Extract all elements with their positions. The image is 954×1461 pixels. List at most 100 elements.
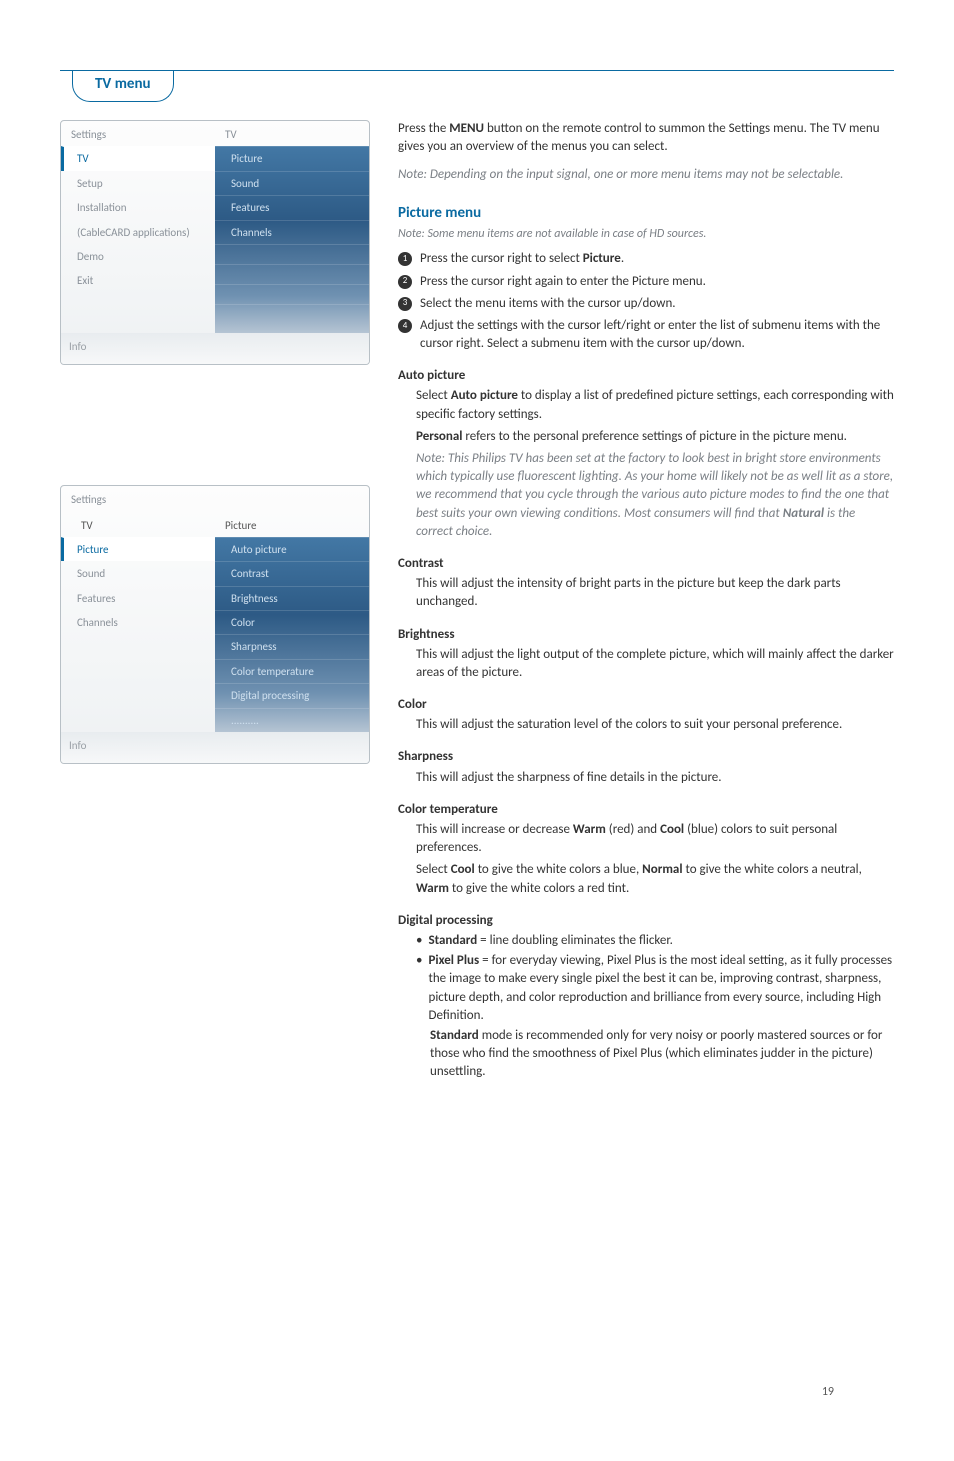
list-item	[215, 264, 369, 284]
panel2-left-list: Picture Sound Features Channels	[61, 537, 215, 732]
text-bold: Cool	[451, 862, 475, 877]
text-part: to give the white colors a neutral,	[683, 862, 862, 877]
panel-header-right	[215, 486, 369, 511]
text-part: to give the white colors a blue,	[475, 862, 642, 877]
list-item	[215, 304, 369, 324]
text-part: Select	[416, 388, 451, 403]
color-title: Color	[398, 696, 894, 714]
list-item[interactable]: TV	[61, 146, 215, 170]
list-item[interactable]: ..........	[215, 708, 369, 732]
bullet-item: • Standard = line doubling eliminates the…	[416, 932, 894, 950]
list-item[interactable]: Features	[61, 586, 215, 610]
bullet-dot-icon: •	[416, 952, 422, 970]
list-item	[61, 293, 215, 313]
intro-note: Note: Depending on the input signal, one…	[398, 166, 894, 184]
list-item[interactable]: Demo	[61, 244, 215, 268]
list-item	[61, 313, 215, 333]
panel-header: Settings	[61, 486, 369, 511]
intro-bold: MENU	[449, 121, 484, 136]
list-item[interactable]: Installation	[61, 195, 215, 219]
bullet-dot-icon: •	[416, 932, 422, 950]
step-item: 2 Press the cursor right again to enter t…	[398, 273, 894, 291]
list-item[interactable]: Picture	[61, 537, 215, 561]
panel1-left-list: TV Setup Installation (CableCARD applica…	[61, 146, 215, 332]
step-text: Press the cursor right again to enter th…	[420, 273, 706, 291]
left-column: Settings TV TV Setup Installation (Cable…	[60, 120, 370, 1083]
step-text: Adjust the settings with the cursor left…	[420, 317, 894, 353]
step-number-icon: 3	[398, 297, 412, 311]
panel-footer: Info	[61, 333, 369, 364]
color-temp-desc1: This will increase or decrease Warm (red…	[416, 821, 894, 857]
step-number-icon: 1	[398, 252, 412, 266]
step-bold: Picture	[583, 251, 621, 266]
text-bold: Pixel Plus	[428, 953, 479, 968]
list-item[interactable]: Exit	[61, 268, 215, 292]
color-temp-desc2: Select Cool to give the white colors a b…	[416, 861, 894, 897]
list-item	[215, 244, 369, 264]
panel-header-left: Settings	[61, 121, 215, 146]
settings-panel-tv: Settings TV TV Setup Installation (Cable…	[60, 120, 370, 365]
panel-header-right: TV	[215, 121, 369, 146]
sharpness-desc: This will adjust the sharpness of fine d…	[416, 769, 894, 787]
panel-sub-right: Picture	[215, 512, 369, 537]
list-item[interactable]: Color	[215, 610, 369, 634]
step-text: .	[621, 251, 624, 266]
color-desc: This will adjust the saturation level of…	[416, 716, 894, 734]
step-item: 1Press the cursor right to select Pictur…	[398, 250, 894, 268]
list-item[interactable]: Brightness	[215, 586, 369, 610]
list-item[interactable]: Channels	[215, 220, 369, 244]
digital-bullets: • Standard = line doubling eliminates the…	[416, 932, 894, 1082]
list-item	[215, 284, 369, 304]
page-tab-title: TV menu	[72, 70, 174, 102]
list-item	[61, 694, 215, 714]
brightness-desc: This will adjust the light output of the…	[416, 646, 894, 682]
color-temp-title: Color temperature	[398, 801, 894, 819]
text-part: (red) and	[606, 822, 660, 837]
steps-list: 1Press the cursor right to select Pictur…	[398, 250, 894, 353]
intro-text: Press the MENU button on the remote cont…	[398, 120, 894, 156]
text-part: to give the white colors a red tint.	[449, 881, 629, 896]
text-part: This will increase or decrease	[416, 822, 573, 837]
step-item: 3 Select the menu items with the cursor u…	[398, 295, 894, 313]
text-bold-italic: Natural	[783, 506, 824, 521]
list-item[interactable]: Auto picture	[215, 537, 369, 561]
panel-header: Settings TV	[61, 121, 369, 146]
list-item[interactable]: Sound	[215, 171, 369, 195]
content-column: Press the MENU button on the remote cont…	[398, 120, 894, 1083]
panel-subheader: TV Picture	[61, 512, 369, 537]
intro-part: Press the	[398, 121, 449, 136]
panel-sub-left: TV	[61, 512, 215, 537]
contrast-desc: This will adjust the intensity of bright…	[416, 575, 894, 611]
text-bold: Standard	[428, 933, 477, 948]
page-number: 19	[822, 1384, 834, 1401]
auto-picture-note: Note: This Philips TV has been set at th…	[416, 450, 894, 541]
list-item[interactable]: Channels	[61, 610, 215, 634]
picture-menu-heading: Picture menu	[398, 203, 894, 224]
list-item[interactable]: Color temperature	[215, 659, 369, 683]
panel2-right-list: Auto picture Contrast Brightness Color S…	[215, 537, 369, 732]
step-number-icon: 2	[398, 275, 412, 289]
text-bold: Warm	[573, 822, 606, 837]
text-bold: Normal	[642, 862, 682, 877]
bullet-item: •Pixel Plus = for everyday viewing, Pixe…	[416, 952, 894, 1025]
list-item[interactable]: Picture	[215, 146, 369, 170]
list-item[interactable]: Digital processing	[215, 683, 369, 707]
text-bold: Personal	[416, 429, 462, 444]
list-item[interactable]: Sharpness	[215, 634, 369, 658]
list-item[interactable]: Sound	[61, 561, 215, 585]
panel-header-left: Settings	[61, 486, 215, 511]
list-item[interactable]: Contrast	[215, 561, 369, 585]
brightness-title: Brightness	[398, 626, 894, 644]
step-item: 4Adjust the settings with the cursor lef…	[398, 317, 894, 353]
step-text: Select the menu items with the cursor up…	[420, 295, 676, 313]
text-part: refers to the personal preference settin…	[462, 429, 846, 444]
text-part: = line doubling eliminates the flicker.	[477, 933, 673, 948]
auto-picture-desc2: Personal refers to the personal preferen…	[416, 428, 894, 446]
text-bold: Auto picture	[451, 388, 518, 403]
text-bold: Cool	[660, 822, 684, 837]
auto-picture-title: Auto picture	[398, 367, 894, 385]
list-item	[61, 674, 215, 694]
list-item[interactable]: (CableCARD applications)	[61, 220, 215, 244]
list-item[interactable]: Features	[215, 195, 369, 219]
list-item[interactable]: Setup	[61, 171, 215, 195]
